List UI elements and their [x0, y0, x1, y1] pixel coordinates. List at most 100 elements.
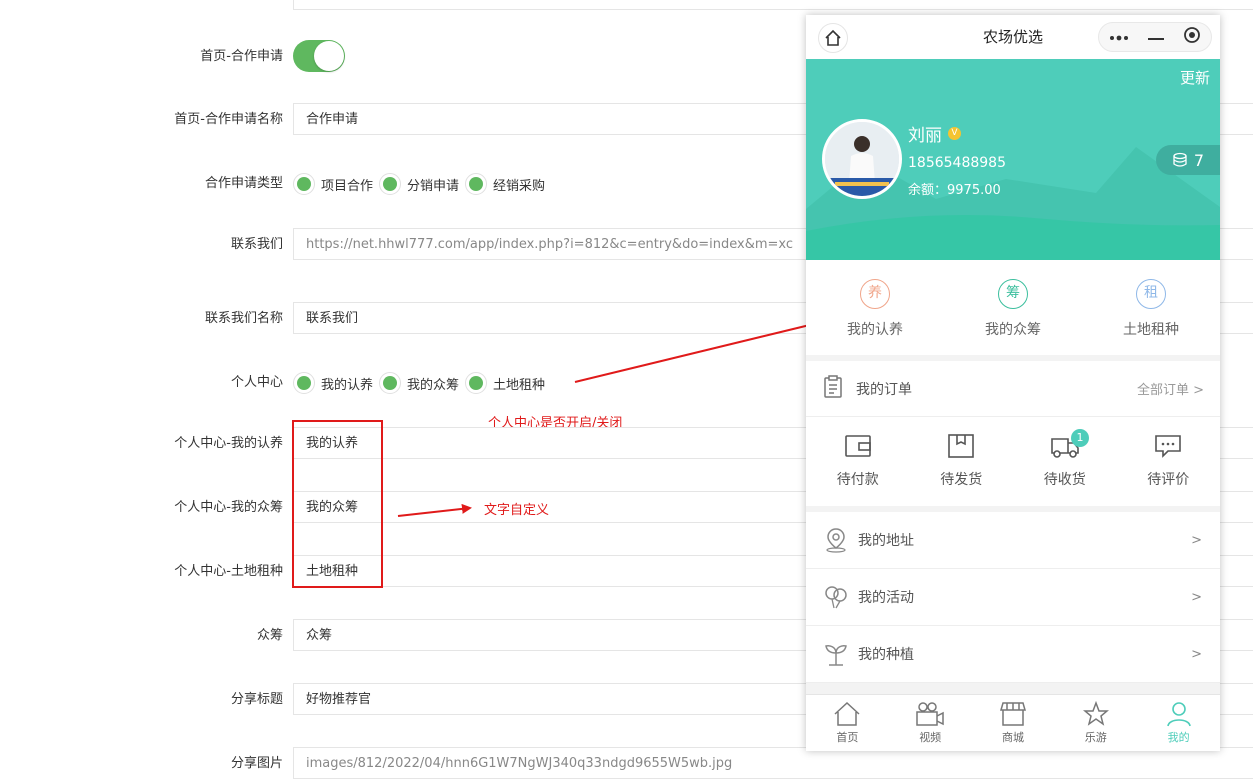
coop-toggle-switch[interactable] — [293, 40, 345, 72]
order-pending-receive[interactable]: 1 待收货 — [1013, 417, 1117, 505]
radio-coop-type-1[interactable]: 项目合作 — [293, 173, 373, 195]
radio-personal-3[interactable]: 土地租种 — [465, 372, 545, 394]
radio-coop-type-3[interactable]: 经销采购 — [465, 173, 545, 195]
coop-type-radios: 项目合作 分销申请 经销采购 — [293, 167, 551, 201]
menu-item-address[interactable]: 我的地址 > — [806, 512, 1220, 569]
land-icon: 租 — [1136, 279, 1166, 309]
adopt-label: 个人中心-我的认养 — [174, 436, 283, 451]
coop-toggle-label: 首页-合作申请 — [200, 49, 283, 64]
radio-label: 土地租种 — [493, 377, 546, 393]
capsule-menu — [1098, 22, 1212, 52]
close-target-icon[interactable] — [1183, 26, 1201, 48]
camera-icon — [916, 702, 944, 726]
chevron-right-icon: > — [1191, 532, 1202, 548]
menu-label: 我的活动 — [858, 590, 914, 606]
radio-personal-2[interactable]: 我的众筹 — [379, 372, 459, 394]
quick-entries: 养 我的认养 筹 我的众筹 租 土地租种 — [806, 260, 1220, 355]
order-status-label: 待付款 — [836, 472, 879, 488]
tab-label: 首页 — [836, 731, 859, 744]
contact-label: 联系我们 — [230, 237, 283, 252]
coop-name-label: 首页-合作申请名称 — [174, 112, 283, 127]
tab-video[interactable]: 视频 — [889, 695, 972, 751]
personal-label: 个人中心 — [230, 375, 283, 390]
profile-hero: 更新 刘丽 V 18565488985 余额：9975.00 7 — [806, 59, 1220, 260]
menu-item-planting[interactable]: 我的种植 > — [806, 626, 1220, 683]
user-icon — [1166, 702, 1191, 727]
order-status-row: 待付款 待发货 1 待收货 待评价 — [806, 417, 1220, 505]
update-button[interactable]: 更新 — [1180, 67, 1210, 88]
radio-dot — [379, 372, 402, 394]
menu-label: 我的种植 — [858, 647, 914, 663]
quick-label: 我的众筹 — [985, 322, 1041, 338]
profile-menu: 我的地址 > 我的活动 > 我的种植 > — [806, 512, 1220, 683]
more-icon[interactable] — [1109, 30, 1129, 45]
order-pending-review[interactable]: 待评价 — [1117, 417, 1221, 505]
chevron-right-icon: > — [1191, 589, 1202, 605]
share-img-input[interactable]: images/812/2022/04/hnn6G1W7NgWJ340q33ndg… — [293, 747, 1253, 779]
personal-radios: 我的认养 我的众筹 土地租种 — [293, 366, 551, 400]
clipboard-icon — [822, 374, 844, 403]
radio-personal-1[interactable]: 我的认养 — [293, 372, 373, 394]
orders-header[interactable]: 我的订单 全部订单 > — [806, 361, 1220, 417]
orders-title: 我的订单 — [856, 381, 912, 398]
radio-label: 项目合作 — [321, 178, 374, 194]
menu-item-activity[interactable]: 我的活动 > — [806, 569, 1220, 626]
coin-pill[interactable]: 7 — [1156, 145, 1220, 175]
minimize-icon[interactable] — [1147, 30, 1164, 45]
radio-coop-type-2[interactable]: 分销申请 — [379, 173, 459, 195]
user-name: 刘丽 V — [908, 121, 961, 146]
radio-label: 经销采购 — [493, 178, 546, 194]
tab-label: 视频 — [919, 731, 942, 744]
radio-dot — [293, 173, 315, 195]
box-icon — [948, 434, 975, 458]
quick-label: 我的认养 — [847, 322, 903, 338]
land-label: 个人中心-土地租种 — [174, 564, 283, 579]
coins-icon — [1173, 152, 1187, 167]
order-status-label: 待收货 — [1043, 472, 1086, 488]
annotation-red-box — [292, 420, 383, 588]
quick-adopt[interactable]: 养 我的认养 — [806, 260, 944, 355]
home-icon[interactable] — [818, 23, 848, 53]
quick-label: 土地租种 — [1123, 322, 1179, 338]
tab-label: 乐游 — [1084, 731, 1107, 744]
chevron-right-icon: > — [1191, 646, 1202, 662]
location-icon — [822, 526, 850, 554]
radio-dot — [379, 173, 402, 195]
annotation-text-note: 文字自定义 — [484, 503, 550, 518]
toggle-knob — [314, 41, 344, 71]
tab-mall[interactable]: 商城 — [972, 695, 1055, 751]
orders-all-link[interactable]: 全部订单 > — [1137, 379, 1204, 398]
store-icon — [999, 702, 1026, 726]
tab-home[interactable]: 首页 — [806, 695, 889, 751]
tab-fun[interactable]: 乐游 — [1054, 695, 1137, 751]
order-pending-ship[interactable]: 待发货 — [910, 417, 1014, 505]
top-partial-input[interactable] — [293, 0, 1253, 10]
avatar[interactable] — [822, 119, 902, 199]
share-img-label: 分享图片 — [230, 756, 283, 771]
crowd-icon: 筹 — [998, 279, 1028, 309]
orders-card: 我的订单 全部订单 > 待付款 待发货 1 待收货 待评价 — [806, 361, 1220, 506]
tab-mine[interactable]: 我的 — [1137, 695, 1220, 751]
tab-bar: 首页 视频 商城 乐游 我的 — [806, 694, 1220, 751]
vip-badge-icon: V — [948, 127, 961, 140]
coin-count: 7 — [1193, 150, 1205, 170]
phone-preview: 农场优选 更新 刘丽 V 18565488985 余额：9975.00 7 养 … — [806, 15, 1220, 751]
menu-label: 我的地址 — [858, 533, 914, 549]
balloon-icon — [822, 583, 850, 611]
order-status-label: 待发货 — [940, 472, 983, 488]
radio-dot — [465, 173, 488, 195]
quick-land[interactable]: 租 土地租种 — [1082, 260, 1220, 355]
user-phone: 18565488985 — [908, 155, 1006, 171]
order-status-label: 待评价 — [1147, 472, 1190, 488]
row-share-img: 分享图片 images/812/2022/04/hnn6G1W7NgWJ340q… — [0, 747, 1253, 781]
quick-crowd[interactable]: 筹 我的众筹 — [944, 260, 1082, 355]
radio-label: 我的众筹 — [407, 377, 460, 393]
crowd-label: 个人中心-我的众筹 — [174, 500, 283, 515]
contact-name-label: 联系我们名称 — [204, 311, 283, 326]
user-name-text: 刘丽 — [908, 126, 942, 146]
order-pending-pay[interactable]: 待付款 — [806, 417, 910, 505]
phone-title-bar: 农场优选 — [806, 15, 1220, 59]
home-tab-icon — [834, 701, 860, 726]
share-title-label: 分享标题 — [230, 692, 283, 707]
radio-dot — [465, 372, 488, 394]
